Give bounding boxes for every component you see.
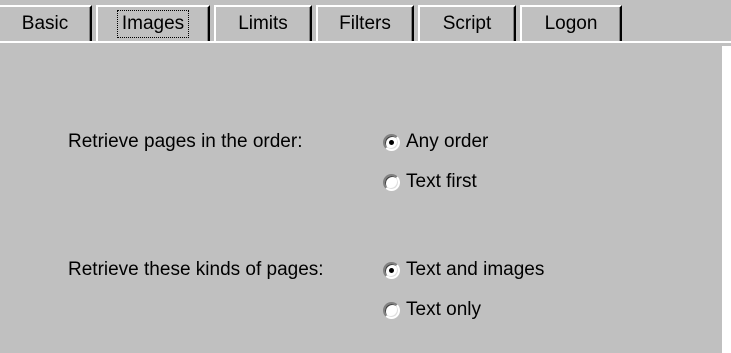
tab-filters-label: Filters bbox=[339, 13, 391, 34]
radio-any-order-label: Any order bbox=[406, 131, 489, 152]
tab-limits[interactable]: Limits bbox=[214, 5, 312, 41]
tab-script[interactable]: Script bbox=[418, 5, 516, 41]
radio-text-and-images[interactable]: Text and images bbox=[383, 259, 544, 281]
tab-basic-label: Basic bbox=[21, 13, 69, 34]
radio-any-order[interactable]: Any order bbox=[383, 131, 488, 153]
images-tab-panel: Retrieve pages in the order: Any order T… bbox=[0, 43, 722, 353]
tab-images[interactable]: Images bbox=[96, 5, 210, 41]
tab-script-label: Script bbox=[442, 13, 492, 34]
retrieve-kinds-label: Retrieve these kinds of pages: bbox=[68, 259, 324, 280]
tab-strip: Basic Images Limits Filters Script Logon bbox=[0, 0, 731, 46]
tab-images-label: Images bbox=[116, 10, 190, 38]
radio-text-and-images-label: Text and images bbox=[406, 259, 545, 280]
radio-selected-icon bbox=[383, 133, 400, 151]
tab-limits-label: Limits bbox=[238, 13, 288, 34]
tab-basic[interactable]: Basic bbox=[0, 5, 92, 41]
tab-logon[interactable]: Logon bbox=[520, 5, 622, 41]
radio-unselected-icon bbox=[383, 301, 400, 319]
tab-list: Basic Images Limits Filters Script Logon bbox=[0, 5, 626, 41]
radio-selected-icon bbox=[383, 261, 400, 279]
radio-text-only[interactable]: Text only bbox=[383, 299, 481, 321]
radio-text-first-label: Text first bbox=[406, 171, 477, 192]
radio-text-first[interactable]: Text first bbox=[383, 171, 477, 193]
tab-filters[interactable]: Filters bbox=[316, 5, 414, 41]
radio-unselected-icon bbox=[383, 173, 400, 191]
retrieve-order-label: Retrieve pages in the order: bbox=[68, 131, 303, 152]
tab-logon-label: Logon bbox=[544, 13, 598, 34]
radio-text-only-label: Text only bbox=[406, 299, 481, 320]
